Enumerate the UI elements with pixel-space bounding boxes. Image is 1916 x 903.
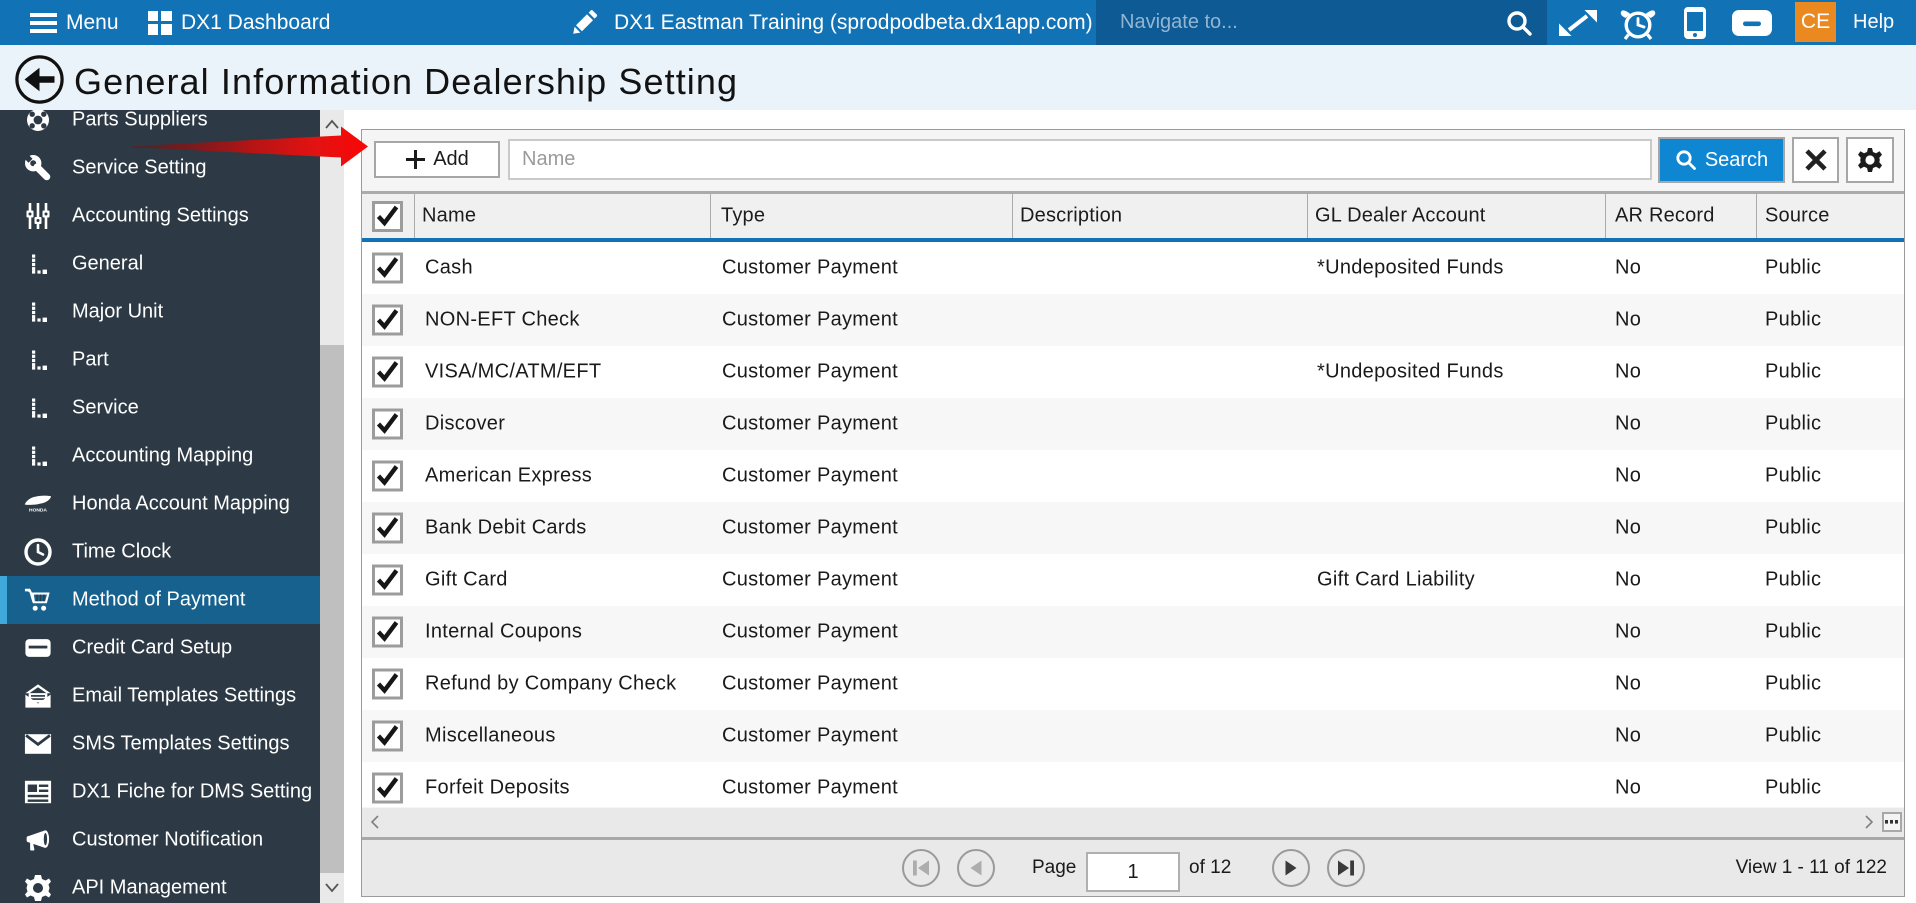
svg-text:HONDA: HONDA: [29, 508, 47, 514]
